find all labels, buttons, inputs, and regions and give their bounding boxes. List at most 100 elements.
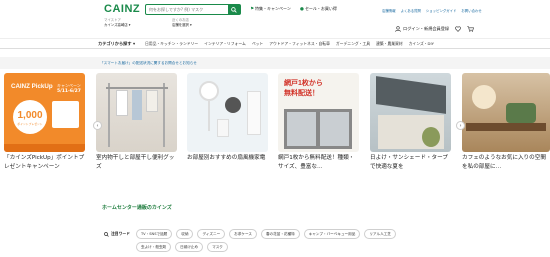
tags-head: 注目ワード — [104, 231, 130, 237]
screen-panel-left — [287, 112, 316, 146]
tag-item[interactable]: リアル人工芝 — [364, 229, 396, 239]
tags-row-2: 虫よけ・殺虫剤 日焼け止め マスク — [104, 242, 454, 252]
carousel-card[interactable]: カフェのようなお気に入りの空間を私の部屋に… — [462, 73, 550, 180]
carousel-next-button[interactable]: › — [456, 121, 465, 130]
util-link-guide[interactable]: ショッピングガイド — [426, 8, 457, 13]
card-image-cafe — [462, 73, 550, 152]
fan-small — [217, 119, 229, 137]
search-box — [145, 4, 241, 15]
search-icon — [104, 231, 109, 237]
my-store-selector[interactable]: マイストア カインズ高崎店 ▾ — [104, 18, 130, 28]
flag-icon: ⚑ — [250, 6, 255, 12]
login-button[interactable]: ログイン・新規会員登録 — [395, 26, 449, 32]
search-input[interactable] — [146, 5, 228, 14]
banner-points-unit: ポイントプレゼント — [17, 122, 43, 126]
screen-door-frame — [284, 109, 352, 149]
carousel-card[interactable]: 網戸1枚から 無料配送！ 網戸1枚から無料配送！種類・サイズ、豊富な… — [278, 73, 359, 180]
tag-item[interactable]: TV・SNSで話題 — [135, 229, 173, 239]
tag-item[interactable]: ディズニー — [197, 229, 226, 239]
carousel-card[interactable]: 日よけ・サンシェード・タープで快適な夏を — [370, 73, 451, 180]
search-icon — [231, 6, 237, 13]
nav-all-label: カテゴリから探す — [98, 41, 132, 46]
nearby-store-value: 店舗を選択 ▾ — [172, 23, 192, 27]
cafe-lamp — [472, 85, 496, 109]
tag-item[interactable]: お求ケース — [229, 229, 257, 239]
tag-item[interactable]: キャンプ・バーベキュー用品 — [303, 229, 361, 239]
rack-shirt-3 — [146, 90, 158, 112]
notice-link[interactable]: 「スマートお届け」の配送状況に関するお問合せとお知らせ — [100, 59, 230, 67]
card-image-pickup: CAINZ PickUp キャンペーン 5/11-6/27 1,000 ポイント… — [4, 73, 85, 152]
nav-item-interior[interactable]: インテリア・リフォーム — [201, 40, 249, 48]
cafe-table — [466, 123, 546, 131]
nav-item-building[interactable]: 建築・農業資材 — [373, 40, 406, 48]
rack-pole-left — [108, 83, 110, 147]
cart-icon[interactable] — [467, 26, 475, 32]
sunshade-plant — [422, 127, 440, 147]
user-actions: ログイン・新規会員登録 — [395, 26, 475, 32]
banner-line1: 網戸1枚から — [284, 80, 323, 87]
promo-link-campaign[interactable]: ⚑ 特集・キャンペーン — [250, 6, 291, 12]
nearby-store-selector[interactable]: 近くのお店 店舗を選択 ▾ — [172, 18, 192, 28]
card-title: お部屋別おすすめの扇風機家電 — [187, 155, 266, 161]
cainz-logo[interactable]: CAINZ — [104, 3, 140, 15]
tag-item[interactable]: マスク — [207, 242, 228, 252]
notice-bar: 「スマートお届け」の配送状況に関するお問合せとお知らせ — [0, 57, 550, 69]
tag-item[interactable]: 日焼け止め — [175, 242, 204, 252]
nav-item-daily[interactable]: 日用品・キッチン・ランドリー — [142, 40, 201, 48]
card-image-screen-door: 網戸1枚から 無料配送！ — [278, 73, 359, 152]
util-link-faq[interactable]: よくある質問 — [401, 8, 421, 13]
search-button[interactable] — [228, 5, 240, 14]
banner-points: 1,000 — [17, 110, 43, 121]
card-title: 日よけ・サンシェード・タープで快適な夏を — [370, 155, 448, 170]
card-title: 室内物干しと部屋干し便利グッズ — [96, 155, 175, 170]
banner-footer — [4, 144, 85, 152]
nav-item-diy[interactable]: カインズ・DIY — [406, 40, 437, 48]
banner-title: CAINZ PickUp — [11, 83, 53, 90]
fan-head-2 — [225, 97, 241, 113]
sunshade-canopy — [376, 76, 446, 114]
tag-item[interactable]: 収納 — [176, 229, 194, 239]
favorite-heart-icon[interactable] — [455, 26, 461, 32]
card-image-sunshade — [370, 73, 451, 152]
chevron-down-icon: ▾ — [132, 41, 136, 46]
utility-links: 店舗情報 よくある質問 ショッピングガイド お問い合わせ — [382, 8, 482, 13]
card-title: 網戸1枚から無料配送！種類・サイズ、豊富な… — [278, 155, 355, 170]
promo-link-sale[interactable]: ● セール・お買い得 — [300, 6, 337, 12]
trending-tags: 注目ワード TV・SNSで話題 収納 ディズニー お求ケース 春の花苗・花種特 … — [104, 229, 454, 255]
tag-item[interactable]: 虫よけ・殺虫剤 — [136, 242, 172, 252]
fan-head-1 — [199, 81, 219, 101]
nav-item-outdoor[interactable]: アウトドア・フィットネス・自転車 — [266, 40, 333, 48]
rack-shirt-1 — [116, 90, 128, 116]
screen-panel-right — [320, 112, 349, 146]
carousel-card[interactable]: お部屋別おすすめの扇風機家電 — [187, 73, 268, 180]
card-image-fans — [187, 73, 268, 152]
util-link-store-info[interactable]: 店舗情報 — [382, 8, 396, 13]
card-title: 「カインズPickUp」ポイントプレゼントキャンペーン — [4, 155, 85, 170]
banner-date: 5/11-6/27 — [57, 89, 81, 94]
util-link-contact[interactable]: お問い合わせ — [461, 8, 481, 13]
tag-icon: ● — [300, 6, 304, 12]
chevron-left-icon: ‹ — [96, 122, 99, 129]
tag-item[interactable]: 春の花苗・花種特 — [260, 229, 300, 239]
card-image-drying-rack — [96, 73, 177, 152]
carousel-card[interactable]: 室内物干しと部屋干し便利グッズ — [96, 73, 177, 180]
fan-tower — [247, 91, 261, 135]
nav-all-categories[interactable]: カテゴリから探す ▾ — [98, 40, 135, 48]
carousel-card[interactable]: CAINZ PickUp キャンペーン 5/11-6/27 1,000 ポイント… — [4, 73, 85, 180]
section-title: ホームセンター通販のカインズ — [102, 205, 172, 211]
site-header: CAINZ マイストア カインズ高崎店 ▾ 近くのお店 店舗を選択 ▾ ⚑ 特集… — [0, 0, 550, 38]
promo-link-sale-label: セール・お買い得 — [304, 6, 337, 11]
category-nav: カテゴリから探す ▾ 日用品・キッチン・ランドリー インテリア・リフォーム ペッ… — [0, 38, 550, 49]
nav-item-gardening[interactable]: ガーデニング・工具 — [333, 40, 373, 48]
tags-head-label: 注目ワード — [111, 231, 130, 236]
rack-shirt-2 — [132, 90, 142, 120]
nav-item-pet[interactable]: ペット — [249, 40, 266, 48]
carousel-prev-button[interactable]: ‹ — [93, 121, 102, 130]
banner-phone-image — [52, 101, 79, 128]
card-title: カフェのようなお気に入りの空間を私の部屋に… — [462, 155, 546, 170]
promo-link-campaign-label: 特集・キャンペーン — [255, 6, 291, 11]
tags-row-1: 注目ワード TV・SNSで話題 収納 ディズニー お求ケース 春の花苗・花種特 … — [104, 229, 454, 239]
login-label: ログイン・新規会員登録 — [403, 26, 450, 31]
nav-category-list: 日用品・キッチン・ランドリー インテリア・リフォーム ペット アウトドア・フィッ… — [142, 40, 437, 48]
rack-pole-right — [163, 83, 165, 147]
